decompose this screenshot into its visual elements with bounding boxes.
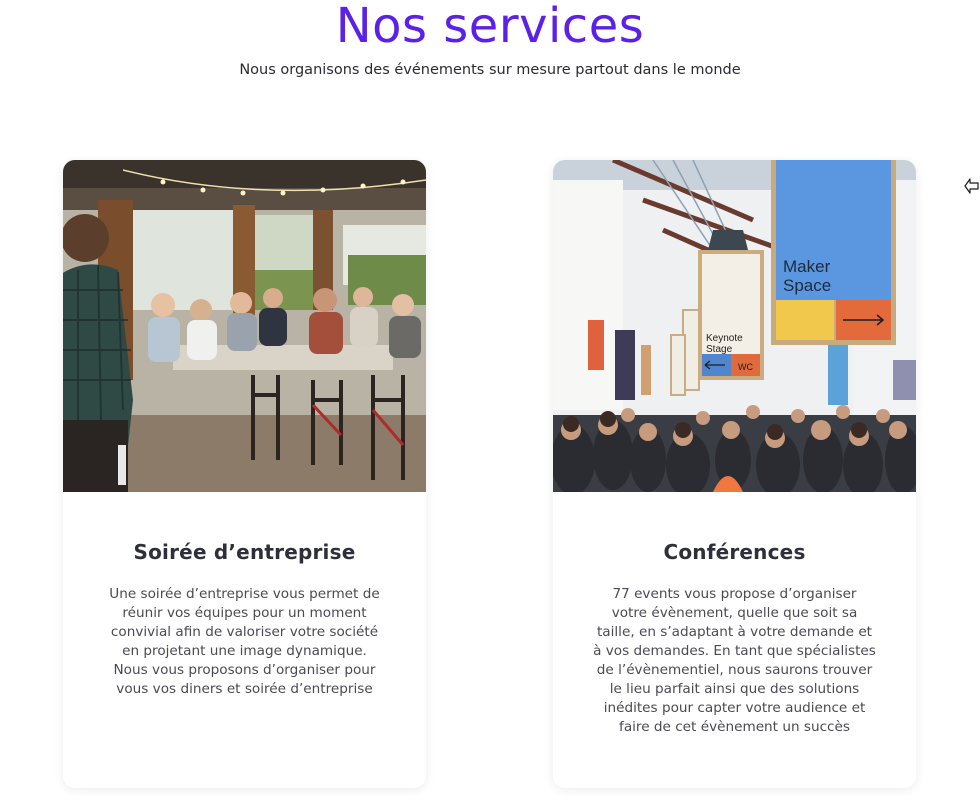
keynote-sign-line1: Keynote — [706, 333, 743, 344]
card-description: Une soirée d’entreprise vous permet de r… — [109, 586, 380, 697]
page-title: Nos services — [335, 0, 645, 54]
maker-sign-line1: Maker — [783, 257, 831, 276]
card-title: Conférences — [663, 540, 806, 564]
page-subtitle: Nous organisons des événements sur mesur… — [239, 62, 741, 78]
card-description: 77 events vous propose d’organiser votre… — [593, 586, 876, 735]
keynote-sign-line2: Stage — [706, 344, 733, 355]
service-card-conferences[interactable]: Maker Space Keynote Stage WC Conférences… — [553, 160, 916, 788]
conference-photo: Maker Space Keynote Stage WC — [553, 160, 916, 492]
pointer-arrow-icon — [964, 178, 979, 194]
card-title: Soirée d’entreprise — [133, 540, 356, 564]
services-page: Nos services Nous organisons des événeme… — [0, 0, 980, 801]
soiree-photo — [63, 160, 426, 492]
wc-sign-label: WC — [738, 362, 753, 372]
maker-sign-line2: Space — [783, 276, 831, 295]
service-card-soiree[interactable]: Soirée d’entreprise Une soirée d’entrepr… — [63, 160, 426, 788]
